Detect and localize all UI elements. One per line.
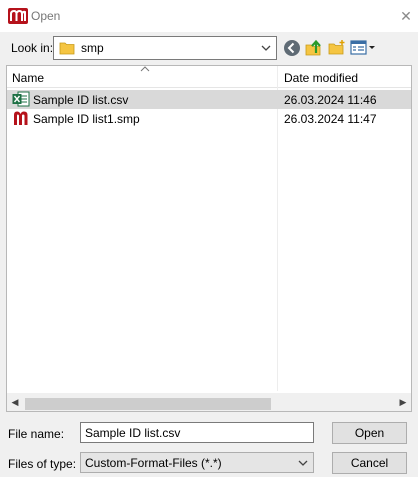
title-bar: Open ✕ (0, 0, 418, 32)
folder-icon (59, 42, 75, 55)
horizontal-scrollbar[interactable]: ◀ ▶ (7, 393, 411, 411)
lookin-value: smp (81, 41, 104, 55)
filename-input[interactable] (80, 422, 314, 443)
back-icon[interactable] (282, 38, 302, 58)
file-date: 26.03.2024 11:47 (284, 112, 377, 126)
file-name: Sample ID list1.smp (33, 112, 140, 126)
column-header-name[interactable]: Name (12, 71, 44, 85)
app-file-icon (14, 111, 28, 125)
filetype-value: Custom-Format-Files (*.*) (85, 456, 222, 470)
filetype-label: Files of type: (8, 457, 77, 471)
up-folder-icon[interactable] (304, 38, 324, 58)
chevron-down-icon[interactable] (259, 40, 273, 56)
list-header: Name Date modified (7, 66, 411, 88)
close-button[interactable]: ✕ (394, 0, 418, 32)
excel-csv-icon (12, 91, 30, 107)
scroll-right-icon[interactable]: ▶ (395, 393, 411, 411)
column-header-date-modified[interactable]: Date modified (284, 71, 358, 85)
file-row[interactable]: Sample ID list1.smp 26.03.2024 11:47 (7, 109, 411, 128)
window-title: Open (31, 9, 61, 23)
file-name: Sample ID list.csv (33, 93, 129, 107)
app-logo-icon (8, 8, 28, 24)
scroll-thumb[interactable] (25, 398, 271, 410)
file-row[interactable]: Sample ID list.csv 26.03.2024 11:46 (7, 90, 411, 109)
cancel-button[interactable]: Cancel (332, 452, 407, 474)
view-menu-icon[interactable] (350, 38, 376, 58)
lookin-label: Look in: (11, 41, 54, 55)
file-date: 26.03.2024 11:46 (284, 93, 377, 107)
lookin-combo[interactable]: smp (53, 36, 277, 60)
filetype-select[interactable]: Custom-Format-Files (*.*) (80, 452, 314, 473)
open-button[interactable]: Open (332, 422, 407, 444)
sort-ascending-icon (140, 66, 150, 72)
filename-label: File name: (8, 427, 65, 441)
file-list[interactable]: Name Date modified Sample ID list.csv 26… (6, 65, 412, 412)
scroll-left-icon[interactable]: ◀ (7, 393, 23, 411)
new-folder-icon[interactable] (327, 38, 347, 58)
chevron-down-icon[interactable] (296, 455, 310, 471)
